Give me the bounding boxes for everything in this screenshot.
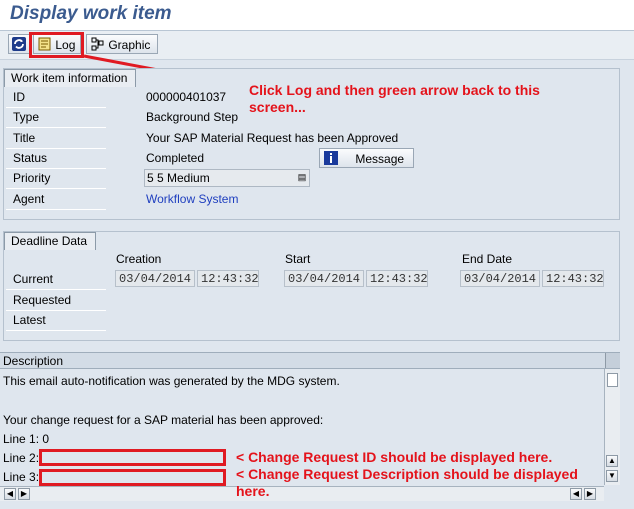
- annotation-line2-hint: < Change Request ID should be displayed …: [236, 449, 553, 465]
- field-label-agent: Agent: [13, 192, 45, 206]
- field-label-title: Title: [13, 131, 36, 145]
- start-date: 03/04/2014: [284, 270, 364, 287]
- agent-link[interactable]: Workflow System: [146, 192, 238, 206]
- vertical-scrollbar[interactable]: ▲ ▼: [604, 369, 620, 485]
- scroll-right-button[interactable]: ▶: [18, 488, 30, 500]
- creation-time: 12:43:32: [197, 270, 259, 287]
- annotation-log-hint: Click Log and then green arrow back to t…: [249, 82, 540, 115]
- field-value-title: Your SAP Material Request has been Appro…: [146, 131, 399, 145]
- scroll-left-button[interactable]: ◀: [4, 488, 16, 500]
- scroll-up-button[interactable]: ▲: [606, 455, 618, 467]
- description-header-handle: [605, 353, 620, 368]
- line2-highlight-box: [39, 449, 226, 466]
- field-label-status: Status: [13, 151, 48, 165]
- field-label-type: Type: [13, 110, 40, 124]
- deadline-section-title: Deadline Data: [4, 232, 97, 250]
- scroll-down-button[interactable]: ▼: [606, 470, 618, 482]
- col-header-creation: Creation: [116, 252, 162, 266]
- field-value-status: Completed: [146, 151, 205, 165]
- dropdown-icon[interactable]: ▤: [297, 172, 307, 183]
- creation-date: 03/04/2014: [115, 270, 195, 287]
- row-label-latest: Latest: [13, 313, 46, 327]
- line3-highlight-box: [39, 469, 226, 486]
- priority-dropdown[interactable]: 5 5 Medium ▤: [144, 169, 310, 187]
- description-header-label: Description: [3, 354, 64, 368]
- description-line-5: Line 2:: [3, 451, 40, 465]
- description-header: Description: [0, 352, 620, 369]
- col-header-start: Start: [285, 252, 311, 266]
- field-label-id: ID: [13, 90, 25, 104]
- description-line-6: Line 3:: [3, 470, 40, 484]
- row-label-requested: Requested: [13, 293, 72, 307]
- field-label-priority: Priority: [13, 171, 51, 185]
- end-time: 12:43:32: [542, 270, 604, 287]
- field-value-type: Background Step: [146, 110, 239, 124]
- info-icon: [324, 151, 338, 165]
- start-time: 12:43:32: [366, 270, 428, 287]
- field-value-id: 000000401037: [146, 90, 227, 104]
- message-button[interactable]: Message: [319, 148, 414, 168]
- message-label: Message: [355, 152, 405, 166]
- end-date: 03/04/2014: [460, 270, 540, 287]
- description-line-4: Line 1: 0: [3, 432, 50, 446]
- col-header-end-date: End Date: [462, 252, 513, 266]
- description-line-3: Your change request for a SAP material h…: [3, 413, 324, 427]
- description-line-1: This email auto-notification was generat…: [3, 374, 340, 388]
- scroll-thumb[interactable]: [607, 373, 618, 387]
- row-label-current: Current: [13, 272, 54, 286]
- work-item-section-title: Work item information: [4, 69, 137, 87]
- annotation-line3-hint: < Change Request Description should be d…: [236, 466, 578, 499]
- priority-value: 5 5 Medium: [147, 171, 210, 185]
